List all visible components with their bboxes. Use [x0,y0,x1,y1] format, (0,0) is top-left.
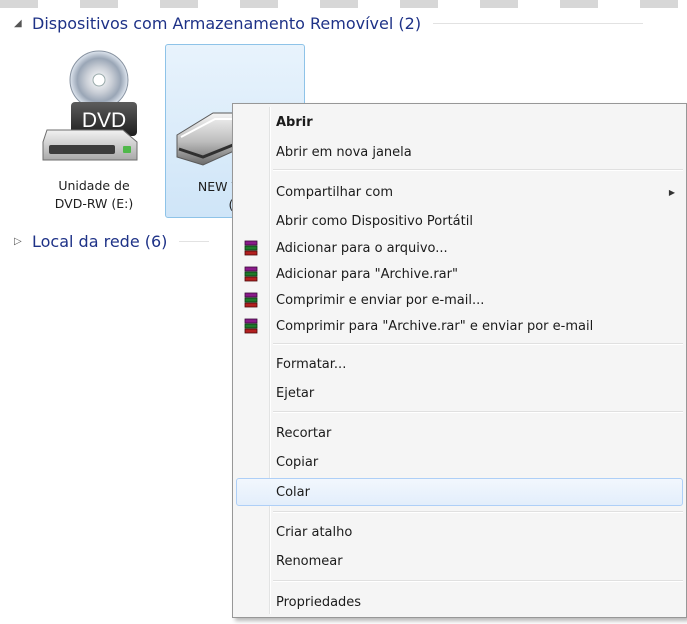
menu-item-label: Ejetar [276,385,315,401]
group-title-network: Local da rede (6) [32,231,168,251]
menu-item-open-new-window[interactable]: Abrir em nova janela [236,138,683,166]
menu-item-paste[interactable]: Colar [236,478,683,506]
submenu-arrow-icon: ▶ [668,187,675,197]
menu-item-open[interactable]: Abrir [236,108,683,136]
winrar-books-icon [244,318,258,334]
dvd-badge-text: DVD [82,109,126,132]
menu-item-create-shortcut[interactable]: Criar atalho [236,518,683,546]
menu-item-label: Abrir [276,114,313,130]
winrar-books-icon [244,292,258,308]
menu-item-label: Compartilhar com [276,184,394,200]
menu-item-label: Adicionar para "Archive.rar" [276,266,458,282]
menu-item-label: Copiar [276,454,319,470]
menu-item-label: Abrir como Dispositivo Portátil [276,213,473,229]
menu-separator [273,580,683,582]
expand-arrow-icon[interactable]: ▷ [14,236,32,247]
group-divider [433,22,644,24]
menu-item-compress-rar-email[interactable]: Comprimir para "Archive.rar" e enviar po… [236,312,683,340]
menu-item-label: Criar atalho [276,524,353,540]
collapse-arrow-icon[interactable]: ◢ [14,18,32,29]
context-menu: Abrir Abrir em nova janela Compartilhar … [232,103,687,618]
menu-item-label: Propriedades [276,594,362,610]
menu-item-rename[interactable]: Renomear [236,547,683,575]
group-divider [179,240,210,242]
menu-item-label: Adicionar para o arquivo... [276,240,448,256]
menu-item-open-portable[interactable]: Abrir como Dispositivo Portátil [236,207,683,235]
menu-item-share-with[interactable]: Compartilhar com ▶ [236,178,683,206]
menu-item-format[interactable]: Formatar... [236,350,683,378]
group-header-network[interactable]: ▷ Local da rede (6) [14,229,210,253]
menu-separator [273,169,683,171]
menu-item-label: Renomear [276,553,343,569]
menu-item-label: Comprimir e enviar por e-mail... [276,292,485,308]
menu-item-label: Recortar [276,425,332,441]
top-window-strip [0,0,687,8]
winrar-books-icon [244,266,258,282]
menu-item-add-to-archive[interactable]: Adicionar para o arquivo... [236,234,683,262]
menu-separator [273,343,683,345]
menu-item-compress-email[interactable]: Comprimir e enviar por e-mail... [236,286,683,314]
menu-separator [273,511,683,513]
dvd-drive-icon: DVD [42,50,138,161]
menu-item-label: Abrir em nova janela [276,144,412,160]
group-title-removable: Dispositivos com Armazenamento Removível… [32,13,422,33]
winrar-books-icon [244,240,258,256]
menu-item-eject[interactable]: Ejetar [236,379,683,407]
menu-item-label: Comprimir para "Archive.rar" e enviar po… [276,318,594,334]
menu-item-label: Formatar... [276,356,347,372]
group-header-removable[interactable]: ◢ Dispositivos com Armazenamento Removív… [14,11,644,35]
menu-item-copy[interactable]: Copiar [236,448,683,476]
menu-item-label: Colar [276,484,310,500]
menu-item-add-to-archive-rar[interactable]: Adicionar para "Archive.rar" [236,260,683,288]
menu-item-properties[interactable]: Propriedades [236,588,683,616]
menu-separator [273,411,683,413]
menu-item-cut[interactable]: Recortar [236,419,683,447]
